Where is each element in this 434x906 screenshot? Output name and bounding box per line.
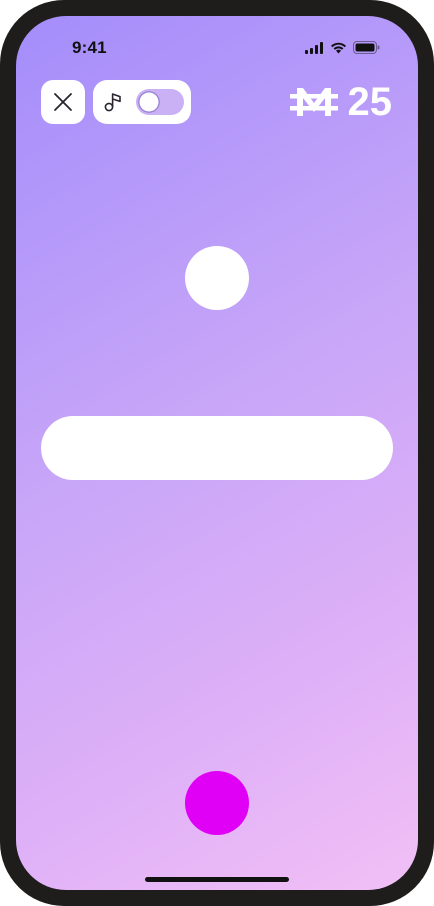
status-icons (305, 41, 380, 54)
score-value: 25 (347, 80, 393, 124)
status-bar: 9:41 (16, 16, 418, 72)
wifi-icon (331, 42, 346, 53)
score-display: 25 (289, 80, 393, 124)
signal-icon (305, 41, 323, 54)
music-toggle[interactable] (136, 89, 184, 115)
action-button[interactable] (185, 771, 249, 835)
battery-icon (353, 41, 380, 54)
status-time: 9:41 (72, 38, 107, 57)
game-ball (185, 246, 249, 310)
game-paddle (41, 416, 393, 480)
home-indicator (145, 877, 289, 882)
close-button[interactable] (41, 80, 85, 124)
m-coin-icon (289, 88, 338, 116)
toggle-knob (138, 91, 160, 113)
music-control (93, 80, 191, 124)
phone-frame: 9:41 25 (0, 0, 434, 906)
music-note-icon (104, 93, 121, 112)
game-screen: 9:41 25 (16, 16, 418, 890)
close-icon (54, 93, 72, 111)
